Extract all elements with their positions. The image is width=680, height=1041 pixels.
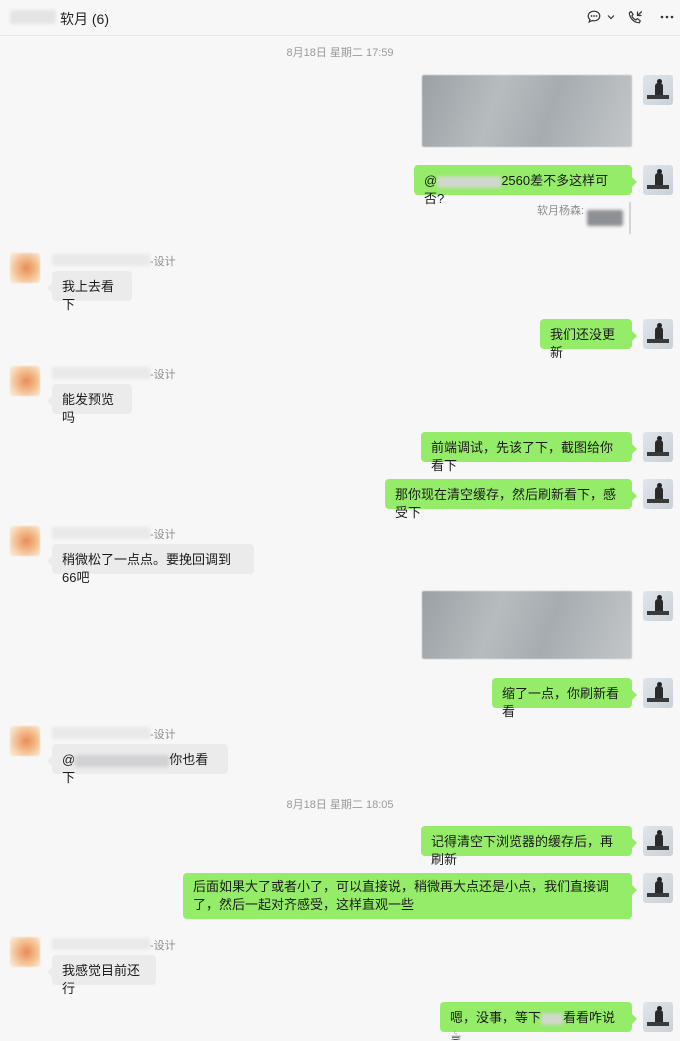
chevron-down-icon bbox=[607, 15, 615, 20]
message-bubble[interactable]: 我上去看下 bbox=[47, 271, 132, 312]
sender-name-redacted bbox=[52, 254, 150, 266]
sender-name-redacted bbox=[52, 727, 150, 739]
sender-avatar[interactable] bbox=[10, 366, 40, 396]
message-text: 嗯，没事，等下 bbox=[450, 1010, 542, 1025]
message-text: 看看咋说 bbox=[563, 1010, 616, 1025]
message-text: 那你现在清空缓存，然后刷新看下，感受下 bbox=[395, 487, 617, 520]
my-avatar[interactable] bbox=[643, 873, 673, 903]
message-text: 前端调试，先该了下，截图给你看下 bbox=[431, 440, 614, 473]
chat-title: 软月 (6) bbox=[60, 11, 109, 27]
sender-avatar[interactable] bbox=[10, 526, 40, 556]
sender-avatar[interactable] bbox=[10, 937, 40, 967]
call-button[interactable] bbox=[627, 7, 644, 27]
my-avatar[interactable] bbox=[643, 678, 673, 708]
message-bubble[interactable]: 能发预览吗 bbox=[47, 384, 132, 425]
message-text: 我上去看下 bbox=[62, 279, 115, 312]
message-bubble[interactable]: 记得清空下浏览器的缓存后，再刷新 bbox=[421, 826, 637, 867]
sender-name-redacted bbox=[52, 527, 150, 539]
mention-at: @ bbox=[424, 173, 438, 188]
message-bubble[interactable]: @ 你也看下 bbox=[47, 744, 228, 785]
more-dots-icon bbox=[660, 15, 674, 19]
image-message[interactable] bbox=[422, 591, 632, 659]
sender-name-suffix: -设计 bbox=[150, 369, 176, 381]
more-button[interactable] bbox=[659, 7, 675, 27]
title-redacted bbox=[10, 10, 56, 24]
timestamp: 8月18日 星期二 17:59 bbox=[286, 47, 394, 59]
sender-name-suffix: -设计 bbox=[150, 729, 176, 741]
my-avatar[interactable] bbox=[643, 165, 673, 195]
sender-name-redacted bbox=[52, 367, 150, 379]
mention-at: @ bbox=[62, 752, 76, 767]
sender-avatar[interactable] bbox=[10, 726, 40, 756]
timestamp: 8月18日 星期二 18:05 bbox=[286, 799, 394, 811]
chat-header: 软月 (6) bbox=[0, 0, 680, 36]
quote-thumbnail bbox=[587, 210, 623, 226]
quoted-reply[interactable]: 软月杨森: bbox=[537, 202, 631, 234]
chat-info-button[interactable] bbox=[586, 7, 616, 27]
message-bubble[interactable]: 前端调试，先该了下，截图给你看下 bbox=[421, 432, 637, 473]
message-text: 能发预览吗 bbox=[62, 392, 115, 425]
my-avatar[interactable] bbox=[643, 432, 673, 462]
my-avatar[interactable] bbox=[643, 1002, 673, 1032]
sender-name-suffix: -设计 bbox=[150, 940, 176, 952]
message-bubble[interactable]: 后面如果大了或者小了，可以直接说，稍微再大点还是小点，我们直接调了，然后一起对齐… bbox=[183, 873, 637, 919]
message-text: 缩了一点，你刷新看看 bbox=[502, 686, 620, 719]
image-message[interactable] bbox=[422, 75, 632, 147]
sender-name-suffix: -设计 bbox=[150, 529, 176, 541]
message-text: 我们还没更新 bbox=[550, 327, 616, 360]
message-bubble[interactable]: 稍微松了一点点。要挽回调到66吧 bbox=[47, 544, 254, 585]
message-bubble[interactable]: 我们还没更新 bbox=[540, 319, 637, 360]
my-avatar[interactable] bbox=[643, 591, 673, 621]
message-bubble[interactable]: 那你现在清空缓存，然后刷新看下，感受下 bbox=[385, 479, 637, 520]
sender-avatar[interactable] bbox=[10, 253, 40, 283]
coffee-emoji-icon: ☕ bbox=[450, 1028, 462, 1041]
sender-name-suffix: -设计 bbox=[150, 256, 176, 268]
phone-call-icon bbox=[628, 10, 643, 23]
sender-name-redacted bbox=[52, 938, 150, 950]
redacted-name bbox=[541, 1012, 564, 1025]
quote-author: 软月杨森: bbox=[537, 205, 585, 217]
message-bubble[interactable]: 嗯，没事，等下 看看咋说 ☕ bbox=[440, 1002, 637, 1041]
message-bubble[interactable]: 缩了一点，你刷新看看 bbox=[492, 678, 637, 719]
message-bubble[interactable]: @2560差不多这样可否? bbox=[414, 165, 637, 206]
message-text: 我感觉目前还行 bbox=[62, 963, 141, 996]
message-text: 稍微松了一点点。要挽回调到66吧 bbox=[62, 552, 232, 585]
chat-bubble-icon bbox=[587, 10, 601, 24]
message-text: 记得清空下浏览器的缓存后，再刷新 bbox=[431, 834, 614, 867]
my-avatar[interactable] bbox=[643, 826, 673, 856]
message-text: 后面如果大了或者小了，可以直接说，稍微再大点还是小点，我们直接调了，然后一起对齐… bbox=[193, 879, 610, 912]
my-avatar[interactable] bbox=[643, 319, 673, 349]
message-bubble[interactable]: 我感觉目前还行 bbox=[47, 955, 156, 996]
redacted-mention bbox=[75, 754, 170, 767]
redacted-mention bbox=[437, 175, 502, 188]
my-avatar[interactable] bbox=[643, 479, 673, 509]
my-avatar[interactable] bbox=[643, 75, 673, 105]
